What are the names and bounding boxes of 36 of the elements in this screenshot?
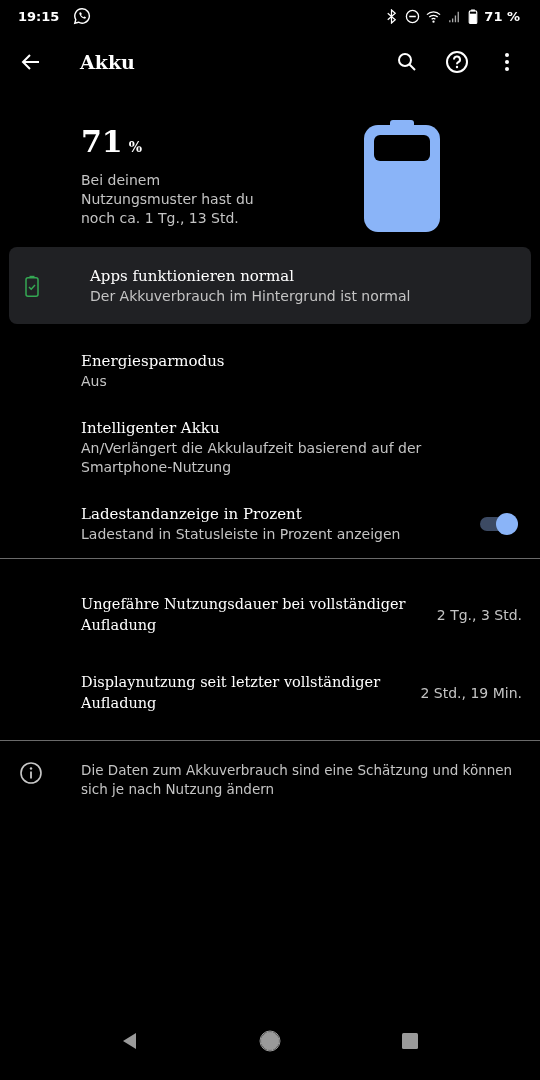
app-status-card[interactable]: Apps funktionieren normal Der Akkuverbrauch im Hintergrund ist normal [9, 247, 531, 324]
home-circle-icon [259, 1030, 281, 1052]
setting-title: Intelligenter Akku [81, 418, 221, 439]
battery-percentage: 71 % [484, 8, 520, 24]
setting-summary: Aus [81, 372, 108, 391]
usage-value: 2 Tg., 3 Std. [436, 607, 522, 623]
settings-item[interactable]: Energiesparmodus Aus [0, 346, 540, 413]
setting-summary: Ladestand in Statusleiste in Prozent anzeigen [81, 525, 402, 544]
battery-level-icon [364, 120, 440, 232]
wifi-icon [426, 8, 442, 24]
footer-note: Die Daten zum Akkuverbrauch sind eine Schätzung und können sich je nach Nutzung ändern [81, 761, 514, 799]
setting-title: Energiesparmodus [81, 351, 226, 372]
usage-value: 2 Std., 19 Min. [420, 685, 522, 701]
battery-percent: 71 [81, 124, 123, 159]
settings-item[interactable]: Intelligenter Akku An/Verlängert die Akkulaufzeit basierend auf der Smartphone-Nutzung [0, 413, 540, 499]
info-icon [19, 761, 43, 785]
toggle-switch[interactable] [478, 511, 516, 537]
battery-check-icon [25, 274, 39, 297]
help-icon [445, 50, 469, 74]
chat-app-icon [73, 7, 92, 25]
more-vertical-icon [505, 53, 509, 71]
usage-label: Ungefähre Nutzungsdauer bei vollständiger Aufladung [81, 595, 407, 635]
settings-item[interactable]: Ladestandanzeige in Prozent Ladestand in Statusleiste in Prozent anzeigen [0, 499, 540, 558]
usage-label: Displaynutzung seit letzter vollständiger Aufladung [81, 673, 382, 713]
status-time: 19:15 [18, 8, 60, 24]
setting-summary: An/Verlängert die Akkulaufzeit basierend auf der Smartphone-Nutzung [81, 439, 423, 477]
battery-icon [468, 8, 479, 24]
page-title: Akku [80, 51, 135, 73]
triangle-back-icon [121, 1032, 139, 1050]
percent-unit: % [128, 139, 143, 155]
card-title: Apps funktionieren normal [90, 265, 295, 287]
card-subtitle: Der Akkuverbrauch im Hintergrund ist normal [90, 286, 412, 306]
remaining-estimate: Bei deinem Nutzungsmuster hast du noch ca. 1 Tg., 13 Std. [81, 171, 255, 228]
square-recents-icon [401, 1032, 419, 1050]
do-not-disturb-icon [405, 8, 421, 24]
setting-title: Ladestandanzeige in Prozent [81, 504, 303, 525]
